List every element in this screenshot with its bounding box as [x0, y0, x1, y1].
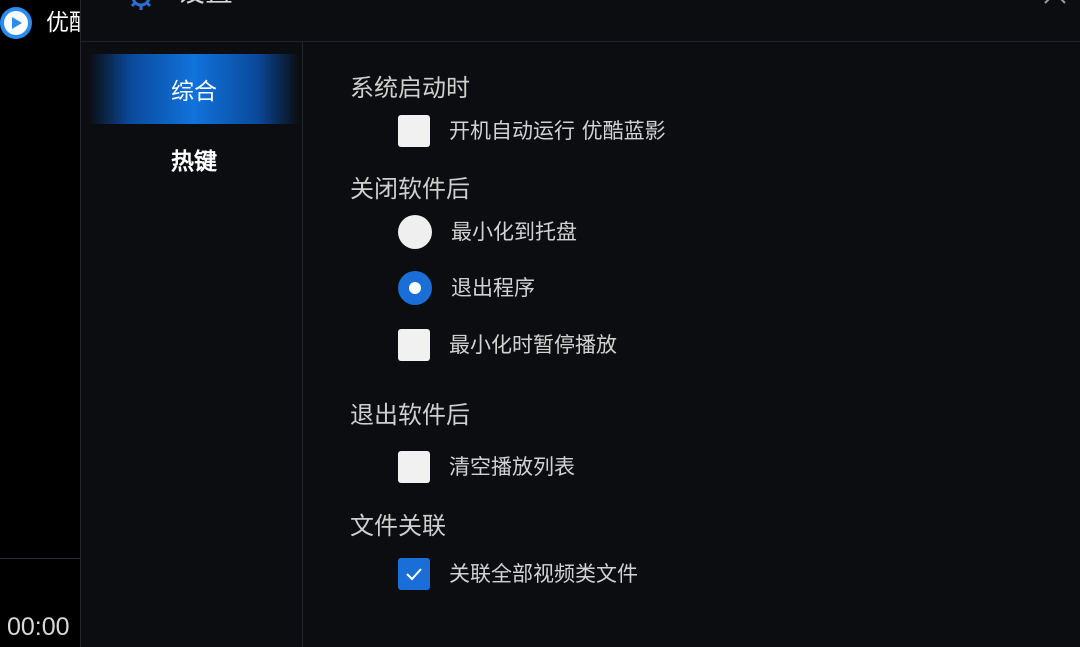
dialog-title: 设置: [177, 0, 233, 10]
background-player-window: 优酷 00:00: [0, 0, 92, 647]
pause-on-minimize-checkbox-row[interactable]: 最小化时暂停播放: [398, 327, 617, 363]
clear-playlist-checkbox[interactable]: [398, 451, 430, 483]
minimize-to-tray-radio[interactable]: [398, 215, 432, 249]
sidebar-item-general[interactable]: 综合: [89, 54, 299, 124]
checkmark-icon: [406, 568, 422, 581]
associate-all-video-label: 关联全部视频类文件: [449, 562, 638, 586]
screen: 优酷 00:00 设置: [0, 0, 1080, 647]
minimize-to-tray-radio-row[interactable]: 最小化到托盘: [398, 214, 577, 250]
pause-on-minimize-label: 最小化时暂停播放: [449, 333, 617, 357]
youku-logo-icon: [0, 7, 32, 39]
section-title-startup: 系统启动时: [350, 74, 470, 102]
dialog-titlebar: 设置: [81, 0, 1080, 42]
section-title-file-association: 文件关联: [350, 512, 446, 540]
minimize-to-tray-label: 最小化到托盘: [451, 220, 577, 244]
sidebar-item-label: 热键: [171, 149, 217, 175]
sidebar-item-label: 综合: [171, 79, 217, 105]
pause-on-minimize-checkbox[interactable]: [398, 329, 430, 361]
exit-program-radio-row[interactable]: 退出程序: [398, 270, 535, 306]
autostart-checkbox-row[interactable]: 开机自动运行 优酷蓝影: [398, 113, 666, 149]
autostart-checkbox[interactable]: [398, 115, 430, 147]
section-title-exit: 退出软件后: [350, 401, 470, 429]
autostart-label: 开机自动运行 优酷蓝影: [449, 119, 666, 143]
section-title-close: 关闭软件后: [350, 175, 470, 203]
associate-all-video-checkbox[interactable]: [398, 558, 430, 590]
divider: [0, 558, 80, 559]
exit-program-radio[interactable]: [398, 271, 432, 305]
associate-all-video-checkbox-row[interactable]: 关联全部视频类文件: [398, 556, 638, 592]
clear-playlist-label: 清空播放列表: [449, 455, 575, 479]
sidebar-item-hotkeys[interactable]: 热键: [89, 124, 299, 194]
clear-playlist-checkbox-row[interactable]: 清空播放列表: [398, 449, 575, 485]
exit-program-label: 退出程序: [451, 276, 535, 300]
close-icon[interactable]: [1041, 0, 1069, 8]
playback-time: 00:00: [7, 613, 70, 641]
settings-content: 系统启动时 开机自动运行 优酷蓝影 关闭软件后 最小化到托盘 退出程序 最小化时…: [303, 42, 1080, 647]
radio-selected-dot: [409, 282, 421, 294]
gear-icon: [126, 0, 156, 12]
settings-sidebar: 综合 热键: [81, 42, 303, 647]
settings-dialog: 设置 综合 热键 系统启动时 开机自动运行 优酷蓝影 关闭软件后: [80, 0, 1080, 647]
